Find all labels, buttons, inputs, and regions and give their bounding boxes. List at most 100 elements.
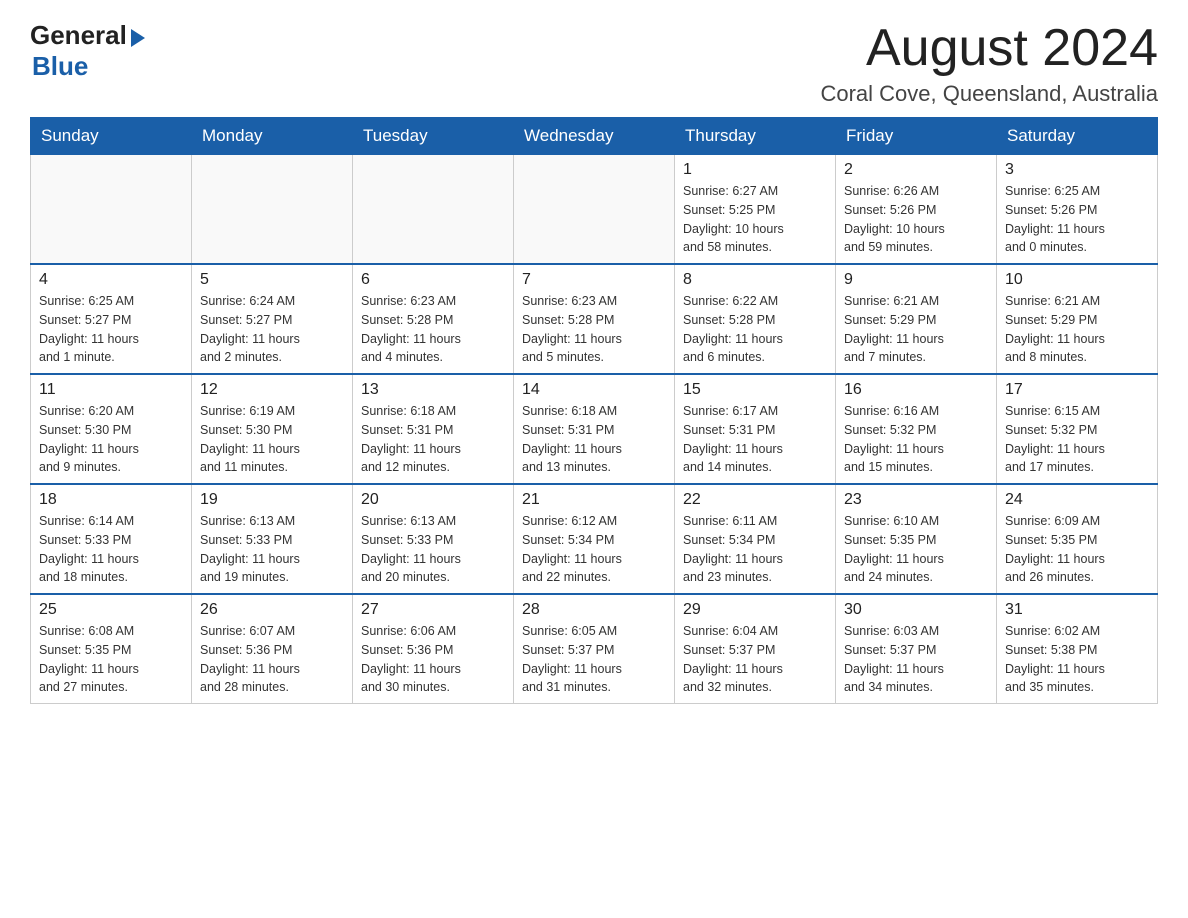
page-header: General Blue August 2024 Coral Cove, Que…: [30, 20, 1158, 107]
day-number: 28: [522, 601, 666, 619]
day-number: 19: [200, 491, 344, 509]
weekday-header-wednesday: Wednesday: [514, 118, 675, 155]
day-info: Sunrise: 6:22 AMSunset: 5:28 PMDaylight:…: [683, 292, 827, 367]
calendar-day-cell: 10 Sunrise: 6:21 AMSunset: 5:29 PMDayligh…: [997, 264, 1158, 374]
day-info: Sunrise: 6:27 AMSunset: 5:25 PMDaylight:…: [683, 182, 827, 257]
calendar-day-cell: 19Sunrise: 6:13 AMSunset: 5:33 PMDayligh…: [192, 484, 353, 594]
day-number: 10: [1005, 271, 1149, 289]
calendar-day-cell: 5 Sunrise: 6:24 AMSunset: 5:27 PMDaylight…: [192, 264, 353, 374]
day-number: 31: [1005, 601, 1149, 619]
day-info: Sunrise: 6:03 AMSunset: 5:37 PMDaylight:…: [844, 622, 988, 697]
day-number: 9: [844, 271, 988, 289]
calendar-day-cell: [353, 155, 514, 265]
day-number: 11: [39, 381, 183, 399]
calendar-day-cell: 28Sunrise: 6:05 AMSunset: 5:37 PMDayligh…: [514, 594, 675, 704]
calendar-day-cell: 29 Sunrise: 6:04 AMSunset: 5:37 PMDayligh…: [675, 594, 836, 704]
logo-blue-text: Blue: [32, 51, 88, 82]
calendar-day-cell: 11 Sunrise: 6:20 AMSunset: 5:30 PMDayligh…: [31, 374, 192, 484]
day-number: 3: [1005, 161, 1149, 179]
day-info: Sunrise: 6:08 AMSunset: 5:35 PMDaylight:…: [39, 622, 183, 697]
day-number: 12: [200, 381, 344, 399]
day-number: 6: [361, 271, 505, 289]
day-info: Sunrise: 6:23 AMSunset: 5:28 PMDaylight:…: [361, 292, 505, 367]
calendar-week-row: 4Sunrise: 6:25 AMSunset: 5:27 PMDaylight…: [31, 264, 1158, 374]
calendar-day-cell: 20 Sunrise: 6:13 AMSunset: 5:33 PMDayligh…: [353, 484, 514, 594]
weekday-header-monday: Monday: [192, 118, 353, 155]
day-number: 8: [683, 271, 827, 289]
calendar-week-row: 1 Sunrise: 6:27 AMSunset: 5:25 PMDaylight…: [31, 155, 1158, 265]
day-info: Sunrise: 6:25 AMSunset: 5:27 PMDaylight:…: [39, 292, 183, 367]
day-number: 25: [39, 601, 183, 619]
day-number: 1: [683, 161, 827, 179]
calendar-day-cell: 18Sunrise: 6:14 AMSunset: 5:33 PMDayligh…: [31, 484, 192, 594]
calendar-day-cell: 7 Sunrise: 6:23 AMSunset: 5:28 PMDaylight…: [514, 264, 675, 374]
day-info: Sunrise: 6:20 AMSunset: 5:30 PMDaylight:…: [39, 402, 183, 477]
day-info: Sunrise: 6:15 AMSunset: 5:32 PMDaylight:…: [1005, 402, 1149, 477]
weekday-header-friday: Friday: [836, 118, 997, 155]
calendar-day-cell: 13 Sunrise: 6:18 AMSunset: 5:31 PMDayligh…: [353, 374, 514, 484]
day-info: Sunrise: 6:26 AMSunset: 5:26 PMDaylight:…: [844, 182, 988, 257]
calendar-day-cell: 3 Sunrise: 6:25 AMSunset: 5:26 PMDaylight…: [997, 155, 1158, 265]
weekday-header-sunday: Sunday: [31, 118, 192, 155]
calendar-day-cell: 9Sunrise: 6:21 AMSunset: 5:29 PMDaylight…: [836, 264, 997, 374]
location-subtitle: Coral Cove, Queensland, Australia: [820, 81, 1158, 107]
day-info: Sunrise: 6:18 AMSunset: 5:31 PMDaylight:…: [522, 402, 666, 477]
day-number: 13: [361, 381, 505, 399]
day-number: 16: [844, 381, 988, 399]
calendar-week-row: 25 Sunrise: 6:08 AMSunset: 5:35 PMDayligh…: [31, 594, 1158, 704]
day-number: 14: [522, 381, 666, 399]
day-info: Sunrise: 6:07 AMSunset: 5:36 PMDaylight:…: [200, 622, 344, 697]
day-info: Sunrise: 6:17 AMSunset: 5:31 PMDaylight:…: [683, 402, 827, 477]
calendar-day-cell: 12 Sunrise: 6:19 AMSunset: 5:30 PMDayligh…: [192, 374, 353, 484]
weekday-header-row: SundayMondayTuesdayWednesdayThursdayFrid…: [31, 118, 1158, 155]
calendar-day-cell: 22 Sunrise: 6:11 AMSunset: 5:34 PMDayligh…: [675, 484, 836, 594]
day-info: Sunrise: 6:13 AMSunset: 5:33 PMDaylight:…: [361, 512, 505, 587]
calendar-day-cell: 30 Sunrise: 6:03 AMSunset: 5:37 PMDayligh…: [836, 594, 997, 704]
day-info: Sunrise: 6:12 AMSunset: 5:34 PMDaylight:…: [522, 512, 666, 587]
calendar-day-cell: 25 Sunrise: 6:08 AMSunset: 5:35 PMDayligh…: [31, 594, 192, 704]
calendar-day-cell: 21Sunrise: 6:12 AMSunset: 5:34 PMDayligh…: [514, 484, 675, 594]
logo-arrow-icon: [131, 29, 145, 47]
day-number: 5: [200, 271, 344, 289]
calendar-week-row: 11 Sunrise: 6:20 AMSunset: 5:30 PMDayligh…: [31, 374, 1158, 484]
calendar-day-cell: 24Sunrise: 6:09 AMSunset: 5:35 PMDayligh…: [997, 484, 1158, 594]
calendar-day-cell: 16 Sunrise: 6:16 AMSunset: 5:32 PMDayligh…: [836, 374, 997, 484]
day-number: 26: [200, 601, 344, 619]
weekday-header-tuesday: Tuesday: [353, 118, 514, 155]
calendar-table: SundayMondayTuesdayWednesdayThursdayFrid…: [30, 117, 1158, 704]
day-info: Sunrise: 6:16 AMSunset: 5:32 PMDaylight:…: [844, 402, 988, 477]
calendar-day-cell: 14 Sunrise: 6:18 AMSunset: 5:31 PMDayligh…: [514, 374, 675, 484]
day-info: Sunrise: 6:04 AMSunset: 5:37 PMDaylight:…: [683, 622, 827, 697]
day-number: 22: [683, 491, 827, 509]
logo-general-text: General: [30, 20, 127, 51]
day-number: 20: [361, 491, 505, 509]
day-number: 29: [683, 601, 827, 619]
calendar-day-cell: [192, 155, 353, 265]
calendar-day-cell: 2 Sunrise: 6:26 AMSunset: 5:26 PMDaylight…: [836, 155, 997, 265]
day-info: Sunrise: 6:18 AMSunset: 5:31 PMDaylight:…: [361, 402, 505, 477]
calendar-day-cell: [31, 155, 192, 265]
day-info: Sunrise: 6:09 AMSunset: 5:35 PMDaylight:…: [1005, 512, 1149, 587]
day-info: Sunrise: 6:19 AMSunset: 5:30 PMDaylight:…: [200, 402, 344, 477]
day-number: 30: [844, 601, 988, 619]
day-info: Sunrise: 6:23 AMSunset: 5:28 PMDaylight:…: [522, 292, 666, 367]
calendar-day-cell: 8 Sunrise: 6:22 AMSunset: 5:28 PMDaylight…: [675, 264, 836, 374]
day-info: Sunrise: 6:24 AMSunset: 5:27 PMDaylight:…: [200, 292, 344, 367]
calendar-day-cell: [514, 155, 675, 265]
weekday-header-thursday: Thursday: [675, 118, 836, 155]
day-info: Sunrise: 6:11 AMSunset: 5:34 PMDaylight:…: [683, 512, 827, 587]
day-number: 15: [683, 381, 827, 399]
calendar-day-cell: 23Sunrise: 6:10 AMSunset: 5:35 PMDayligh…: [836, 484, 997, 594]
day-info: Sunrise: 6:21 AMSunset: 5:29 PMDaylight:…: [1005, 292, 1149, 367]
title-section: August 2024 Coral Cove, Queensland, Aust…: [820, 20, 1158, 107]
day-number: 7: [522, 271, 666, 289]
day-info: Sunrise: 6:25 AMSunset: 5:26 PMDaylight:…: [1005, 182, 1149, 257]
calendar-day-cell: 6 Sunrise: 6:23 AMSunset: 5:28 PMDaylight…: [353, 264, 514, 374]
day-info: Sunrise: 6:14 AMSunset: 5:33 PMDaylight:…: [39, 512, 183, 587]
calendar-week-row: 18Sunrise: 6:14 AMSunset: 5:33 PMDayligh…: [31, 484, 1158, 594]
day-number: 2: [844, 161, 988, 179]
calendar-day-cell: 26 Sunrise: 6:07 AMSunset: 5:36 PMDayligh…: [192, 594, 353, 704]
logo: General Blue: [30, 20, 145, 82]
calendar-day-cell: 17Sunrise: 6:15 AMSunset: 5:32 PMDayligh…: [997, 374, 1158, 484]
day-info: Sunrise: 6:02 AMSunset: 5:38 PMDaylight:…: [1005, 622, 1149, 697]
